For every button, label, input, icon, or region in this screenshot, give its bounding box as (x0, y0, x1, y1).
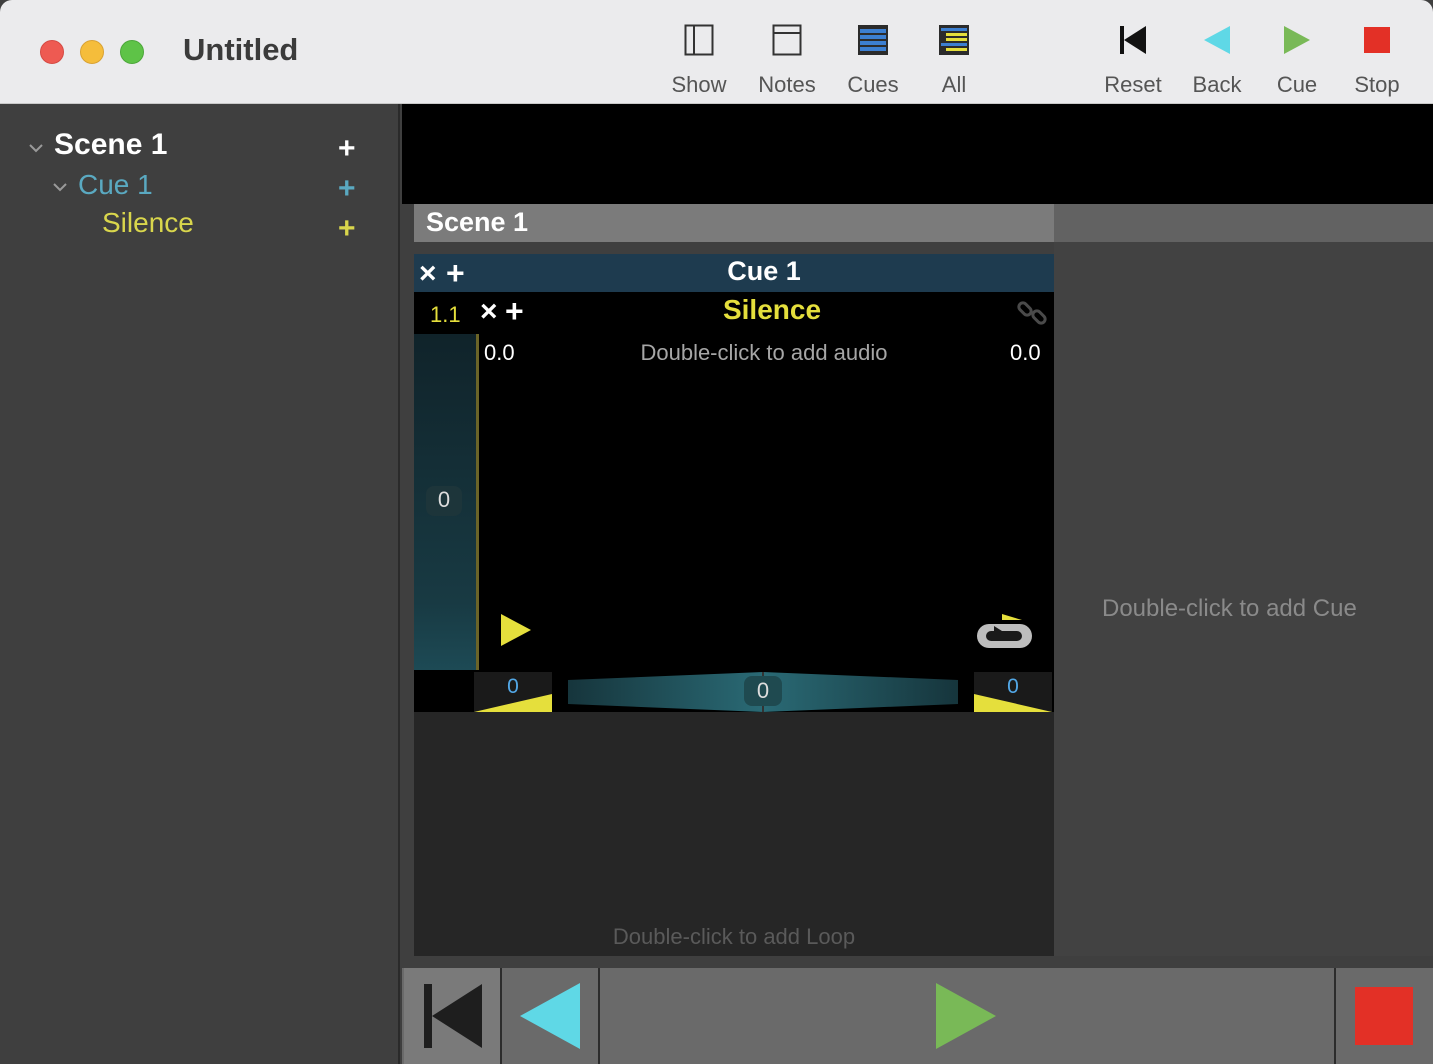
notes-view-button[interactable]: Notes (747, 20, 827, 100)
stop-button[interactable]: Stop (1337, 20, 1417, 100)
skip-back-icon (424, 984, 482, 1048)
close-window-button[interactable] (40, 40, 64, 64)
scene-header-extension (1054, 204, 1433, 242)
zoom-window-button[interactable] (120, 40, 144, 64)
cue-title: Cue 1 (727, 256, 801, 286)
notes-layout-icon (772, 24, 802, 56)
reset-button[interactable]: Reset (1093, 20, 1173, 100)
add-scene-button[interactable]: + (338, 134, 356, 164)
scene-header-title: Scene 1 (426, 207, 529, 237)
minimize-window-button[interactable] (80, 40, 104, 64)
sidebar-track-label[interactable]: Silence (102, 207, 194, 239)
play-triangle-icon (936, 983, 996, 1049)
back-triangle-icon (520, 983, 580, 1049)
cue-label: Cue (1276, 72, 1318, 97)
bottom-go-button[interactable] (600, 968, 1334, 1064)
cues-view-button[interactable]: Cues (833, 20, 913, 100)
bottom-back-button[interactable] (502, 968, 598, 1064)
stop-square-icon (1355, 987, 1413, 1045)
add-cue-button[interactable]: + (338, 174, 356, 204)
sidebar-cue-label[interactable]: Cue 1 (78, 169, 153, 201)
level-value: 0 (437, 487, 451, 512)
fade-in-value: 0 (507, 675, 519, 698)
add-cue-hint: Double-click to add Cue (1102, 595, 1357, 622)
notes-area[interactable] (402, 104, 1433, 204)
add-audio-hint: Double-click to add audio (640, 340, 888, 365)
loop-icon[interactable] (974, 612, 1036, 652)
cues-layout-icon (858, 25, 888, 55)
stop-label: Stop (1354, 72, 1400, 97)
pan-value: 0 (756, 678, 770, 703)
bottom-stop-button[interactable] (1336, 968, 1433, 1064)
all-layout-icon (939, 25, 969, 55)
add-loop-hint: Double-click to add Loop (612, 924, 856, 949)
show-view-label: Show (671, 72, 727, 97)
bottom-reset-button[interactable] (404, 968, 500, 1064)
play-marker-icon[interactable] (499, 612, 533, 648)
sidebar (0, 104, 400, 1064)
sidebar-scene-label[interactable]: Scene 1 (54, 128, 167, 162)
cues-view-label: Cues (847, 72, 899, 97)
back-triangle-icon (1204, 26, 1230, 54)
sidebar-layout-icon (684, 24, 714, 56)
stop-square-icon (1364, 27, 1390, 53)
window-title: Untitled (183, 32, 299, 67)
notes-view-label: Notes (758, 72, 816, 97)
show-view-button[interactable]: Show (659, 20, 739, 100)
chevron-down-icon[interactable] (52, 181, 68, 193)
link-icon[interactable] (1016, 296, 1050, 330)
all-view-label: All (941, 72, 967, 97)
add-track-button[interactable]: + (338, 214, 356, 244)
skip-back-icon (1120, 26, 1146, 54)
fade-out-value: 0 (1007, 675, 1019, 698)
all-view-button[interactable]: All (914, 20, 994, 100)
cue-button[interactable]: Cue (1257, 20, 1337, 100)
back-label: Back (1192, 72, 1242, 97)
back-button[interactable]: Back (1177, 20, 1257, 100)
play-triangle-icon (1284, 26, 1310, 54)
chevron-down-icon[interactable] (28, 142, 44, 154)
reset-label: Reset (1104, 72, 1162, 97)
level-divider (476, 334, 479, 670)
